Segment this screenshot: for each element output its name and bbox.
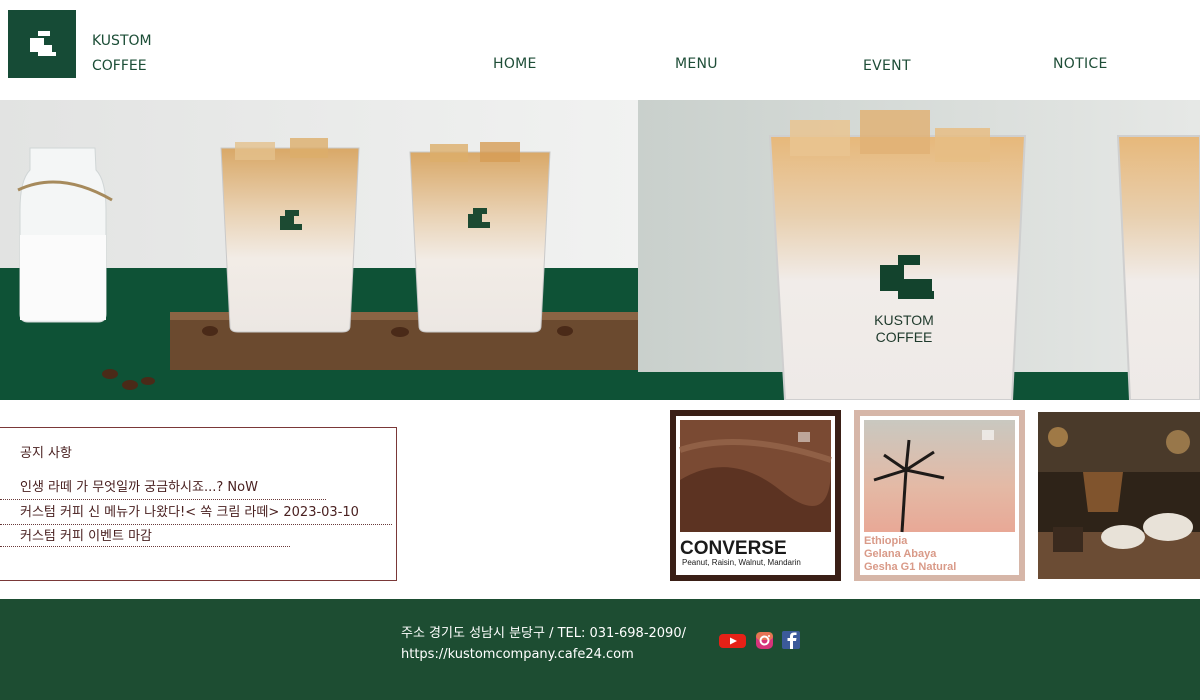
logo[interactable] — [8, 10, 76, 78]
nav-notice[interactable]: NOTICE — [1053, 56, 1108, 72]
coffee-bar-photo — [1038, 412, 1200, 579]
converse-bean-card: CONVERSE Peanut, Raisin, Walnut, Mandari… — [670, 410, 841, 581]
social-icons — [719, 631, 800, 649]
thumb-coffee-bar[interactable] — [1038, 412, 1200, 579]
brand-name: KUSTOM COFFEE — [92, 29, 152, 79]
logo-mark-icon — [30, 31, 56, 56]
divider — [0, 546, 290, 547]
nav-menu[interactable]: MENU — [675, 56, 718, 72]
hero-banner: KUSTOM COFFEE — [0, 100, 1200, 400]
converse-notes: Peanut, Raisin, Walnut, Mandarin — [682, 558, 801, 567]
instagram-icon[interactable] — [756, 632, 773, 649]
notice-item[interactable]: 커스텀 커피 신 메뉴가 나왔다!< 쏙 크림 라떼> 2023-03-10 — [20, 501, 359, 520]
thumb-converse[interactable]: CONVERSE Peanut, Raisin, Walnut, Mandari… — [670, 410, 841, 581]
cup-brand-line-2: COFFEE — [876, 329, 933, 345]
converse-title: CONVERSE — [680, 538, 787, 559]
notice-panel: 공지 사항 인생 라떼 가 무엇일까 궁금하시죠...? NoW 커스텀 커피 … — [0, 427, 397, 581]
notice-item[interactable]: 인생 라떼 가 무엇일까 궁금하시죠...? NoW — [20, 476, 258, 495]
ethiopia-bean-card: Ethiopia Gelana Abaya Gesha G1 Natural — [854, 410, 1025, 581]
brand-line-1: KUSTOM — [92, 33, 152, 49]
ethiopia-line-3: Gesha G1 Natural — [864, 561, 956, 573]
thumb-ethiopia[interactable]: Ethiopia Gelana Abaya Gesha G1 Natural — [854, 410, 1025, 581]
ethiopia-line-1: Ethiopia — [864, 535, 908, 547]
notice-item[interactable]: 커스텀 커피 이벤트 마감 — [20, 525, 152, 544]
facebook-icon[interactable] — [782, 631, 800, 649]
footer-url[interactable]: https://kustomcompany.cafe24.com — [401, 647, 634, 662]
cup-brand-line-1: KUSTOM — [874, 312, 934, 328]
footer-address: 주소 경기도 성남시 분당구 / TEL: 031-698-2090/ — [401, 626, 686, 641]
ethiopia-line-2: Gelana Abaya — [864, 548, 937, 560]
divider — [0, 499, 326, 500]
social-links — [719, 630, 801, 656]
nav-home[interactable]: HOME — [493, 56, 537, 72]
youtube-icon[interactable] — [719, 634, 746, 648]
brand-line-2: COFFEE — [92, 58, 147, 74]
hero-photo: KUSTOM COFFEE — [0, 100, 1200, 400]
nav-event[interactable]: EVENT — [863, 58, 911, 74]
notice-title: 공지 사항 — [20, 446, 72, 461]
